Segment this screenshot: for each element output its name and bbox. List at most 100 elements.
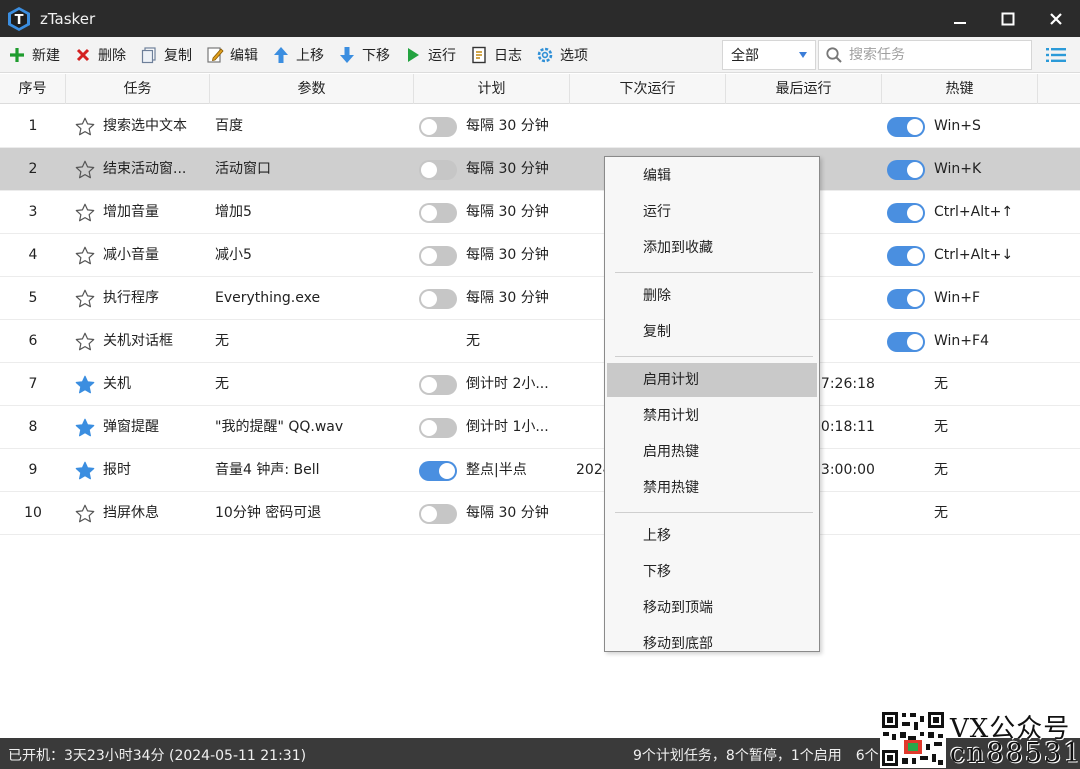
task-param: 百度 <box>215 118 243 134</box>
last-run-text: 07:26:18 <box>812 376 875 392</box>
column-header-last-run[interactable]: 最后运行 <box>726 74 882 104</box>
favorite-star-icon[interactable] <box>74 288 96 310</box>
plan-text: 倒计时 1小... <box>466 419 549 435</box>
context-menu-item[interactable]: 禁用计划 <box>607 399 817 433</box>
task-param: Everything.exe <box>215 290 321 306</box>
table-row[interactable]: 10 挡屏休息 10分钟 密码可退 每隔 30 分钟 无 <box>0 492 1080 535</box>
favorite-star-filled-icon[interactable] <box>74 374 96 396</box>
new-button[interactable]: 新建 <box>0 40 66 70</box>
column-header-plan[interactable]: 计划 <box>414 74 570 104</box>
hotkey-toggle[interactable] <box>887 117 925 137</box>
plan-toggle[interactable] <box>419 160 457 180</box>
hotkey-toggle[interactable] <box>887 332 925 352</box>
context-menu-item[interactable]: 下移 <box>607 555 817 589</box>
play-icon <box>404 46 422 64</box>
row-number: 6 <box>28 333 38 349</box>
toggle-knob <box>421 291 437 307</box>
plan-toggle[interactable] <box>419 504 457 524</box>
table-row[interactable]: 1 搜索选中文本 百度 每隔 30 分钟 Win+S <box>0 105 1080 148</box>
task-param: 增加5 <box>215 204 252 220</box>
hotkey-toggle[interactable] <box>887 246 925 266</box>
task-param: 10分钟 密码可退 <box>215 505 322 521</box>
move-up-button[interactable]: 上移 <box>264 40 330 70</box>
search-icon <box>826 47 842 63</box>
row-number: 4 <box>28 247 38 263</box>
run-button[interactable]: 运行 <box>396 40 462 70</box>
delete-button[interactable]: 删除 <box>66 40 132 70</box>
column-header-task[interactable]: 任务 <box>66 74 210 104</box>
maximize-icon <box>1001 12 1015 25</box>
arrow-up-icon <box>272 46 290 64</box>
context-menu-item[interactable]: 启用热键 <box>607 435 817 469</box>
maximize-button[interactable] <box>984 0 1032 37</box>
plan-text: 每隔 30 分钟 <box>466 118 549 134</box>
hotkey-text: Win+F4 <box>934 333 989 349</box>
plan-toggle[interactable] <box>419 246 457 266</box>
uptime-status: 已开机：3天23小时34分 (2024-05-11 21:31) <box>8 748 307 764</box>
app-logo-letter: T <box>15 13 24 28</box>
table-row[interactable]: 4 减小音量 减小5 每隔 30 分钟 Ctrl+Alt+↓ <box>0 234 1080 277</box>
context-menu-item[interactable]: 启用计划 <box>607 363 817 397</box>
context-menu-item[interactable]: 上移 <box>607 519 817 553</box>
plan-toggle[interactable] <box>419 375 457 395</box>
toggle-knob <box>439 463 455 479</box>
context-menu-separator <box>615 512 813 513</box>
context-menu-item[interactable]: 编辑 <box>607 159 817 193</box>
favorite-star-icon[interactable] <box>74 331 96 353</box>
plan-toggle[interactable] <box>419 117 457 137</box>
table-row[interactable]: 7 关机 无 倒计时 2小... 07:26:18 无 <box>0 363 1080 406</box>
row-number: 2 <box>28 161 38 177</box>
column-header-hotkey[interactable]: 热键 <box>882 74 1038 104</box>
favorite-star-icon[interactable] <box>74 202 96 224</box>
context-menu-item[interactable]: 删除 <box>607 279 817 313</box>
table-row[interactable]: 9 报时 音量4 钟声: Bell 整点|半点 2024 03:00:00 无 <box>0 449 1080 492</box>
column-header-no[interactable]: 序号 <box>0 74 66 104</box>
plan-toggle-cell <box>419 117 457 137</box>
options-label: 选项 <box>560 47 588 64</box>
context-menu-item[interactable]: 添加到收藏 <box>607 231 817 265</box>
move-down-button[interactable]: 下移 <box>330 40 396 70</box>
favorite-star-icon[interactable] <box>74 503 96 525</box>
task-param: 无 <box>215 333 229 349</box>
hotkey-toggle[interactable] <box>887 203 925 223</box>
table-row[interactable]: 2 结束活动窗... 活动窗口 每隔 30 分钟 Win+K <box>0 148 1080 191</box>
plan-toggle[interactable] <box>419 418 457 438</box>
table-row[interactable]: 6 关机对话框 无 无 Win+F4 <box>0 320 1080 363</box>
favorite-star-filled-icon[interactable] <box>74 417 96 439</box>
plan-text: 每隔 30 分钟 <box>466 505 549 521</box>
hotkey-toggle[interactable] <box>887 289 925 309</box>
copy-button[interactable]: 复制 <box>132 40 198 70</box>
favorite-star-icon[interactable] <box>74 245 96 267</box>
table-row[interactable]: 8 弹窗提醒 "我的提醒" QQ.wav 倒计时 1小... 10:18:11 无 <box>0 406 1080 449</box>
plan-toggle-cell <box>419 289 457 309</box>
column-header-next-run[interactable]: 下次运行 <box>570 74 726 104</box>
plan-toggle[interactable] <box>419 289 457 309</box>
edit-button[interactable]: 编辑 <box>198 40 264 70</box>
log-button[interactable]: 日志 <box>462 40 528 70</box>
list-menu-button[interactable] <box>1038 40 1074 70</box>
favorite-star-icon[interactable] <box>74 116 96 138</box>
search-input[interactable] <box>849 47 1019 63</box>
options-button[interactable]: 选项 <box>528 40 594 70</box>
table-row[interactable]: 5 执行程序 Everything.exe 每隔 30 分钟 Win+F <box>0 277 1080 320</box>
hotkey-toggle-cell <box>887 289 925 309</box>
hotkey-text: 无 <box>934 462 948 478</box>
context-menu-item[interactable]: 运行 <box>607 195 817 229</box>
hotkey-toggle[interactable] <box>887 160 925 180</box>
favorite-star-icon[interactable] <box>74 159 96 181</box>
favorite-star-filled-icon[interactable] <box>74 460 96 482</box>
plan-toggle[interactable] <box>419 461 457 481</box>
context-menu-item[interactable]: 复制 <box>607 315 817 349</box>
plan-toggle-cell <box>419 203 457 223</box>
search-box[interactable] <box>818 40 1032 70</box>
table-row[interactable]: 3 增加音量 增加5 每隔 30 分钟 Ctrl+Alt+↑ <box>0 191 1080 234</box>
filter-dropdown[interactable]: 全部 <box>722 40 816 70</box>
task-name: 关机 <box>103 376 131 392</box>
minimize-button[interactable] <box>936 0 984 37</box>
plan-toggle[interactable] <box>419 203 457 223</box>
context-menu-item[interactable]: 移动到底部 <box>607 627 817 661</box>
column-header-param[interactable]: 参数 <box>210 74 414 104</box>
close-button[interactable] <box>1032 0 1080 37</box>
context-menu-item[interactable]: 禁用热键 <box>607 471 817 505</box>
context-menu-item[interactable]: 移动到顶端 <box>607 591 817 625</box>
